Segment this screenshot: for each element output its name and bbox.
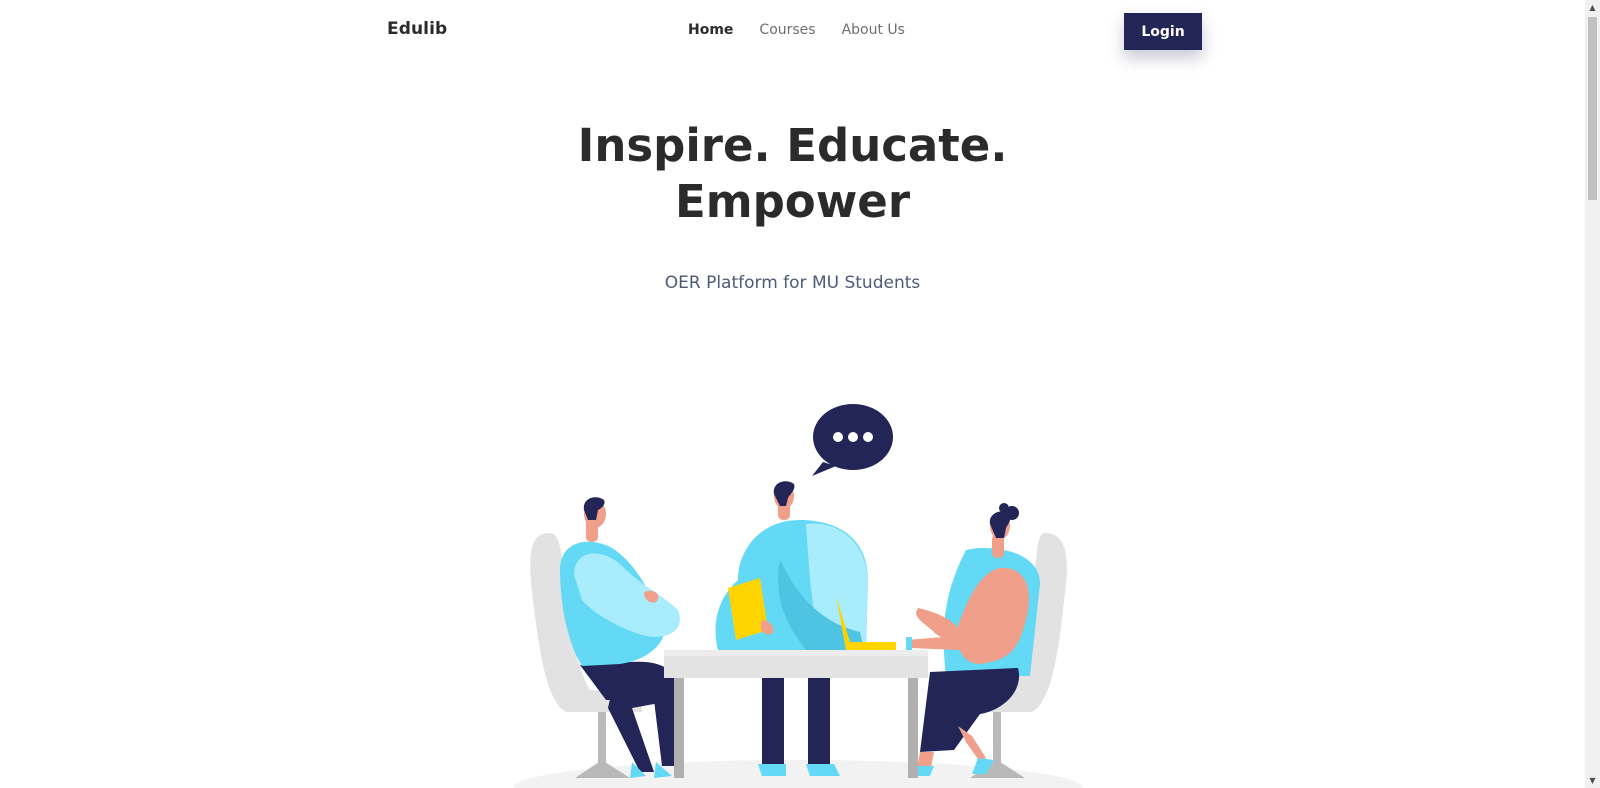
table bbox=[664, 650, 928, 778]
login-button[interactable]: Login bbox=[1124, 13, 1202, 50]
hero-illustration bbox=[513, 404, 1083, 788]
vertical-scrollbar[interactable]: ▲ ▼ bbox=[1585, 0, 1600, 788]
brand-logo[interactable]: Edulib bbox=[387, 19, 447, 39]
triangle-down-icon[interactable]: ▼ bbox=[1585, 773, 1600, 788]
center-person bbox=[715, 481, 896, 776]
nav-links: Home Courses About Us bbox=[688, 22, 905, 38]
hero-title-line-2: Empower bbox=[674, 175, 911, 228]
triangle-up-icon[interactable]: ▲ bbox=[1585, 0, 1600, 15]
page: Edulib Home Courses About Us Login Inspi… bbox=[0, 0, 1600, 788]
hero-title-line-1: Inspire. Educate. bbox=[577, 119, 1008, 172]
chat-dots-icon bbox=[812, 404, 893, 476]
nav-link-courses[interactable]: Courses bbox=[759, 22, 815, 38]
right-person bbox=[906, 503, 1040, 776]
nav-link-about-us[interactable]: About Us bbox=[842, 22, 905, 38]
nav-link-home[interactable]: Home bbox=[688, 22, 733, 38]
hero-title: Inspire. Educate. Empower bbox=[0, 118, 1585, 230]
left-person bbox=[560, 497, 680, 778]
scrollbar-thumb[interactable] bbox=[1588, 17, 1597, 200]
hero-subtitle: OER Platform for MU Students bbox=[664, 273, 921, 293]
navbar: Edulib Home Courses About Us Login bbox=[0, 0, 1585, 62]
